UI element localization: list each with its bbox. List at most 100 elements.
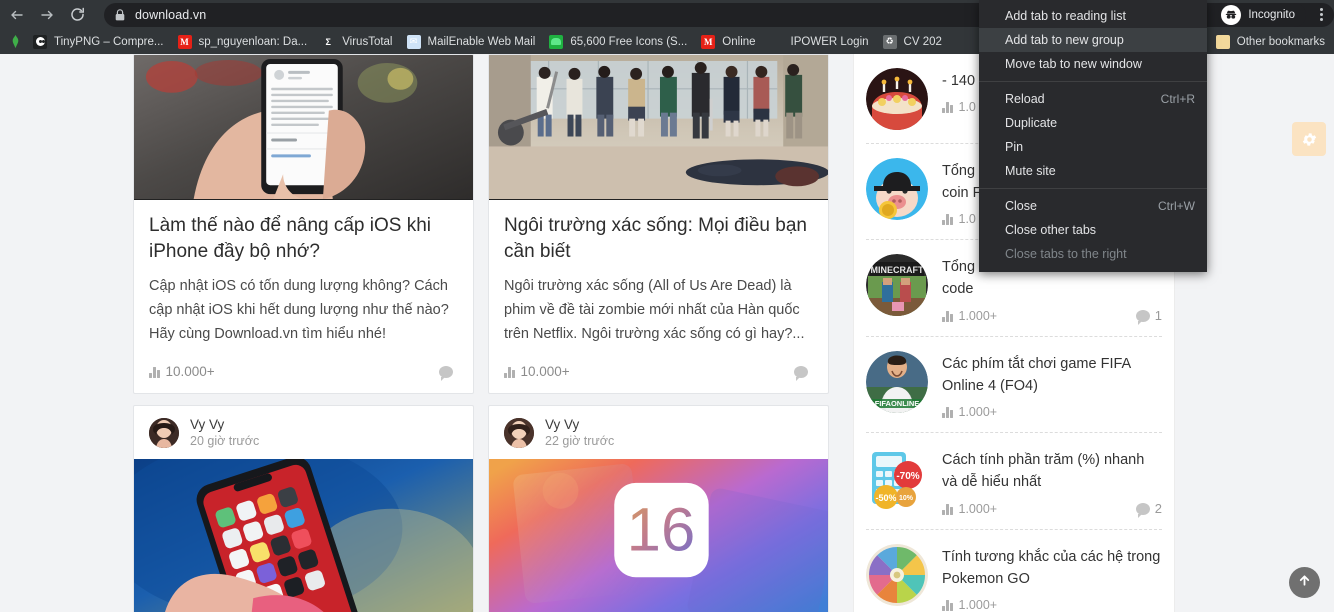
list-item-title[interactable]: Cách tính phần trăm (%) nhanh và dễ hiểu…	[942, 449, 1162, 493]
tinypng-favicon	[33, 34, 47, 49]
context-menu-item-move-tab-to-new-window[interactable]: Move tab to new window	[979, 52, 1207, 76]
context-menu-item-reload[interactable]: Reload Ctrl+R	[979, 87, 1207, 111]
comment-count[interactable]: 1	[1135, 308, 1162, 325]
settings-button[interactable]	[1292, 122, 1326, 156]
back-button[interactable]	[2, 0, 32, 29]
svg-text:MINECRAFT: MINECRAFT	[871, 265, 924, 275]
gmail-m-favicon: M	[177, 34, 192, 49]
list-item[interactable]: FIFAONLINE Các phím tắt chơi game FIFA O…	[866, 337, 1162, 433]
scroll-to-top-button[interactable]	[1289, 567, 1320, 598]
article-thumbnail[interactable]: 16	[489, 459, 828, 612]
bookmark-item[interactable]: ♻ CV 202	[876, 31, 949, 53]
bookmark-label: CV 202	[903, 35, 942, 48]
view-count-label: 1.000+	[958, 405, 998, 419]
other-bookmarks-button[interactable]: Other bookmarks	[1209, 29, 1334, 54]
views-bar-chart-icon	[942, 599, 953, 611]
comment-bubble-icon	[439, 365, 453, 381]
list-item-thumbnail: MINECRAFT	[866, 254, 928, 316]
list-item-text: Cách tính phần trăm (%) nhanh và dễ hiểu…	[942, 447, 1162, 518]
context-menu-separator	[979, 81, 1207, 82]
article-title[interactable]: Làm thế nào để nâng cấp iOS khi iPhone đ…	[149, 213, 458, 265]
list-item-title[interactable]: Tính tương khắc của các hệ trong Pokemon…	[942, 546, 1162, 590]
article-stats: 10.000+	[489, 352, 828, 393]
context-menu-item-close[interactable]: Close Ctrl+W	[979, 194, 1207, 218]
feed-columns: Làm thế nào để nâng cấp iOS khi iPhone đ…	[133, 54, 840, 612]
feed-column-right: Ngôi trường xác sống: Mọi điều bạn cần b…	[488, 54, 829, 612]
icons8-favicon	[549, 34, 564, 49]
article-card[interactable]	[133, 459, 474, 612]
list-item-thumbnail: -70% -50% 10%	[866, 447, 928, 509]
kebab-menu-icon[interactable]	[1308, 0, 1334, 29]
view-count-label: 1.000+	[958, 598, 998, 612]
bookmark-item[interactable]: 65,600 Free Icons (S...	[542, 31, 694, 53]
context-menu-item-duplicate[interactable]: Duplicate	[979, 111, 1207, 135]
article-thumbnail[interactable]	[489, 55, 828, 200]
article-card[interactable]: Làm thế nào để nâng cấp iOS khi iPhone đ…	[133, 54, 474, 394]
author-timestamp: 20 giờ trước	[190, 434, 260, 448]
list-item-title[interactable]: Các phím tắt chơi game FIFA Online 4 (FO…	[942, 353, 1162, 397]
article-stats: 10.000+	[134, 352, 473, 393]
download-vn-site-icon	[6, 33, 24, 51]
bookmark-item[interactable]: M sp_nguyenloan: Da...	[171, 31, 315, 53]
bookmark-item[interactable]: IPOWER Login	[763, 31, 876, 53]
context-menu-item-label: Mute site	[1005, 164, 1056, 178]
context-menu-item-label: Move tab to new window	[1005, 57, 1142, 71]
bookmark-item[interactable]: M Online	[694, 31, 762, 53]
gmail-m-favicon: M	[701, 34, 716, 49]
article-card[interactable]: 16	[488, 459, 829, 612]
views-bar-chart-icon	[942, 406, 953, 418]
article-thumbnail[interactable]	[134, 55, 473, 200]
comment-count[interactable]: 2	[1135, 501, 1162, 518]
list-item[interactable]: -70% -50% 10% Cách tính phần trăm (%) nh…	[866, 433, 1162, 530]
forward-button[interactable]	[32, 0, 62, 29]
view-count-label: 10.000+	[165, 364, 215, 379]
reload-button[interactable]	[62, 0, 92, 29]
article-thumbnail[interactable]	[134, 459, 473, 612]
view-count-label: 1.0	[958, 212, 976, 226]
author-name[interactable]: Vy Vy	[545, 417, 614, 432]
list-item-stats: 1.000+	[942, 598, 1162, 612]
article-title[interactable]: Ngôi trường xác sống: Mọi điều bạn cần b…	[504, 213, 813, 265]
context-menu-item-close-tabs-to-the-right: Close tabs to the right	[979, 242, 1207, 266]
tab-context-menu[interactable]: Add tab to reading list Add tab to new g…	[979, 0, 1207, 272]
list-item-text: Các phím tắt chơi game FIFA Online 4 (FO…	[942, 351, 1162, 419]
comment-bubble-icon	[1135, 309, 1150, 325]
author-timestamp: 22 giờ trước	[545, 434, 615, 448]
gear-icon	[1301, 131, 1318, 148]
bookmark-label: TinyPNG – Compre...	[54, 35, 164, 48]
comment-count[interactable]	[439, 365, 458, 381]
context-menu-item-add-tab-to-new-group[interactable]: Add tab to new group	[979, 28, 1207, 52]
view-count-label: 10.000+	[520, 364, 570, 379]
bookmark-label: 65,600 Free Icons (S...	[570, 35, 688, 48]
bookmark-item[interactable]: Σ VirusTotal	[314, 31, 399, 53]
svg-text:-50%: -50%	[875, 493, 896, 503]
other-bookmarks-entry[interactable]: Other bookmarks	[1209, 31, 1332, 53]
view-count: 10.000+	[504, 364, 570, 379]
bookmark-item[interactable]: ✉ MailEnable Web Mail	[400, 31, 543, 53]
context-menu-item-close-other-tabs[interactable]: Close other tabs	[979, 218, 1207, 242]
context-menu-item-pin[interactable]: Pin	[979, 135, 1207, 159]
context-menu-item-add-tab-to-reading-list[interactable]: Add tab to reading list	[979, 4, 1207, 28]
generic-gray-favicon: ♻	[882, 34, 897, 49]
context-menu-item-accel: Ctrl+W	[1158, 199, 1195, 213]
list-item-thumbnail	[866, 544, 928, 606]
svg-text:10%: 10%	[899, 495, 914, 502]
feed-column-left: Làm thế nào để nâng cấp iOS khi iPhone đ…	[133, 54, 474, 612]
arrow-up-icon	[1297, 573, 1312, 593]
chrome-right-controls: Incognito	[1218, 0, 1334, 29]
comment-count[interactable]	[794, 365, 813, 381]
comment-count-label: 2	[1154, 501, 1162, 516]
author-name[interactable]: Vy Vy	[190, 417, 259, 432]
bookmark-item[interactable]: TinyPNG – Compre...	[26, 31, 171, 53]
folder-icon	[1215, 34, 1230, 49]
svg-text:FIFAONLINE: FIFAONLINE	[875, 399, 920, 408]
list-item-stats: 1.000+ 1	[942, 308, 1162, 325]
bookmark-label: VirusTotal	[342, 35, 393, 48]
list-item[interactable]: Tính tương khắc của các hệ trong Pokemon…	[866, 530, 1162, 612]
incognito-profile-button[interactable]: Incognito	[1218, 2, 1306, 27]
context-menu-item-mute-site[interactable]: Mute site	[979, 159, 1207, 183]
context-menu-item-label: Pin	[1005, 140, 1024, 154]
context-menu-item-label: Close other tabs	[1005, 223, 1097, 237]
context-menu-separator	[979, 188, 1207, 189]
article-card[interactable]: Ngôi trường xác sống: Mọi điều bạn cần b…	[488, 54, 829, 394]
